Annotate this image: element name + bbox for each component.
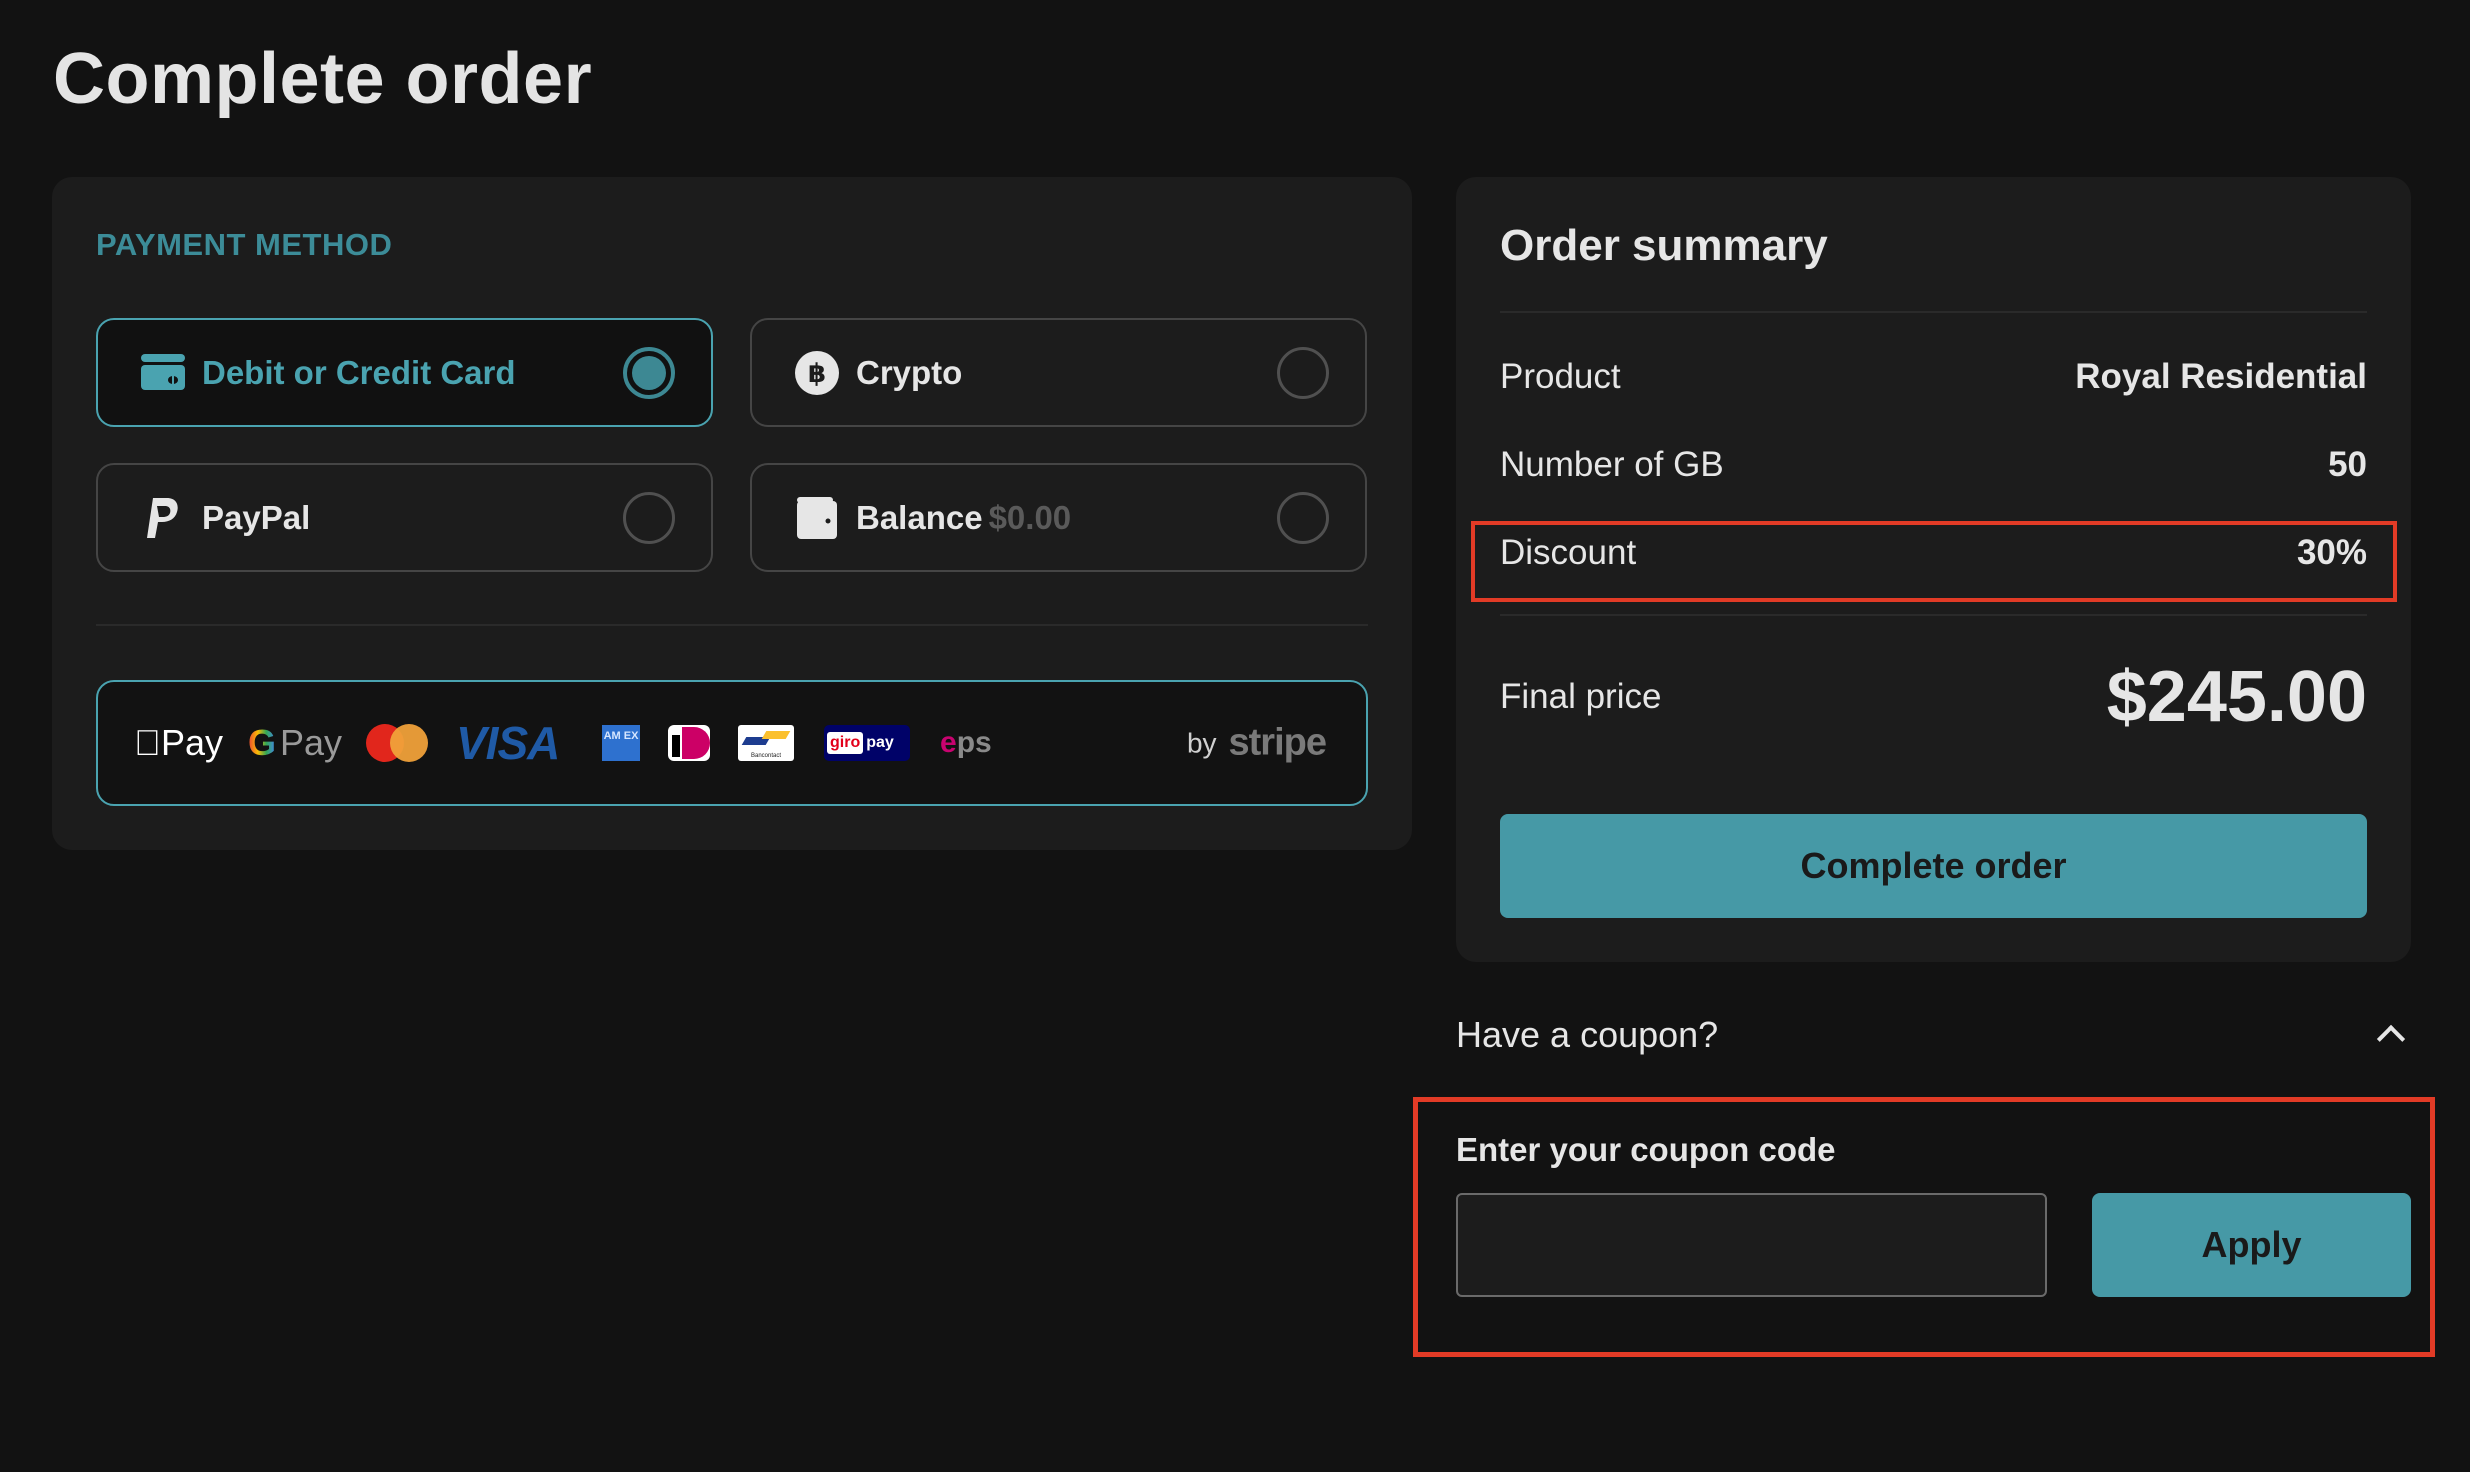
radio-unselected[interactable] <box>1277 346 1329 399</box>
amex-logo: AM EX <box>602 725 640 761</box>
stripe-logo: stripe <box>1228 721 1327 764</box>
order-summary-panel: Order summary Product Royal Residential … <box>1456 177 2411 962</box>
payment-option-label: Debit or Credit Card <box>202 353 516 391</box>
payment-option-paypal[interactable]: PayPal <box>96 463 713 572</box>
summary-row-gb: Number of GB 50 <box>1500 435 2367 495</box>
row-value: Royal Residential <box>2075 357 2367 396</box>
payment-logos-strip: Pay GPay VISA AM EX Bancontact giropay … <box>96 680 1368 806</box>
coupon-code-input[interactable] <box>1456 1193 2047 1297</box>
payment-option-label: PayPal <box>202 498 311 536</box>
coupon-toggle-label: Have a coupon? <box>1456 1014 1719 1055</box>
payment-option-card[interactable]: Debit or Credit Card <box>96 318 713 427</box>
divider <box>1500 614 2367 616</box>
ideal-logo <box>668 725 710 761</box>
apple-icon:  <box>134 722 161 764</box>
payment-method-panel: PAYMENT METHOD Debit or Credit Card ฿ Cr… <box>52 177 1412 850</box>
mastercard-logo <box>366 724 428 762</box>
summary-row-product: Product Royal Residential <box>1500 347 2367 407</box>
giropay-logo: giro pay <box>824 725 910 761</box>
summary-row-final-price: Final price $245.00 <box>1500 647 2367 747</box>
row-label: Number of GB <box>1500 445 1724 484</box>
google-pay-logo: G Pay <box>248 722 342 764</box>
balance-amount: $0.00 <box>988 498 1072 536</box>
divider <box>96 624 1368 626</box>
radio-unselected[interactable] <box>1277 491 1329 544</box>
row-label: Product <box>1500 357 1621 396</box>
payment-option-balance[interactable]: Balance $0.00 <box>750 463 1367 572</box>
radio-selected[interactable] <box>623 346 675 399</box>
wallet-icon <box>794 495 840 541</box>
complete-order-button[interactable]: Complete order <box>1500 814 2367 918</box>
giropay-pay-text: pay <box>866 734 894 751</box>
row-value: 50 <box>2328 445 2367 484</box>
eps-logo: e ps <box>940 726 992 760</box>
coupon-field-label: Enter your coupon code <box>1456 1131 1836 1168</box>
credit-card-icon <box>140 350 186 396</box>
bancontact-text: Bancontact <box>750 753 782 759</box>
discount-highlight-annotation <box>1471 521 2397 602</box>
coupon-toggle[interactable]: Have a coupon? <box>1456 1005 2411 1065</box>
radio-unselected[interactable] <box>623 491 675 544</box>
visa-logo: VISA <box>456 717 560 769</box>
payment-method-label: PAYMENT METHOD <box>96 227 393 262</box>
chevron-up-icon[interactable] <box>2371 1015 2411 1055</box>
eps-e-text: e <box>940 726 957 759</box>
page-title: Complete order <box>53 39 593 119</box>
paypal-icon <box>140 495 186 541</box>
google-g-icon: G <box>248 722 277 763</box>
eps-text: ps <box>956 726 992 759</box>
giropay-giro-text: giro <box>827 732 864 754</box>
svg-text:฿: ฿ <box>808 359 826 389</box>
bitcoin-icon: ฿ <box>794 350 840 396</box>
google-pay-text: Pay <box>280 722 343 763</box>
final-price-value: $245.00 <box>2106 657 2367 737</box>
powered-by-stripe: by stripe <box>1186 721 1327 765</box>
order-summary-title: Order summary <box>1500 221 1828 270</box>
payment-option-label: Balance <box>856 498 983 536</box>
payment-option-label-wrap: Balance $0.00 <box>856 499 1071 537</box>
by-text: by <box>1186 727 1217 758</box>
divider <box>1500 311 2367 313</box>
bancontact-logo: Bancontact <box>738 725 794 761</box>
apple-pay-logo: Pay <box>134 722 223 764</box>
final-price-label: Final price <box>1500 677 1662 716</box>
apple-pay-text: Pay <box>134 722 223 763</box>
payment-option-crypto[interactable]: ฿ Crypto <box>750 318 1367 427</box>
apply-coupon-button[interactable]: Apply <box>2092 1193 2411 1297</box>
payment-option-label: Crypto <box>856 353 963 391</box>
